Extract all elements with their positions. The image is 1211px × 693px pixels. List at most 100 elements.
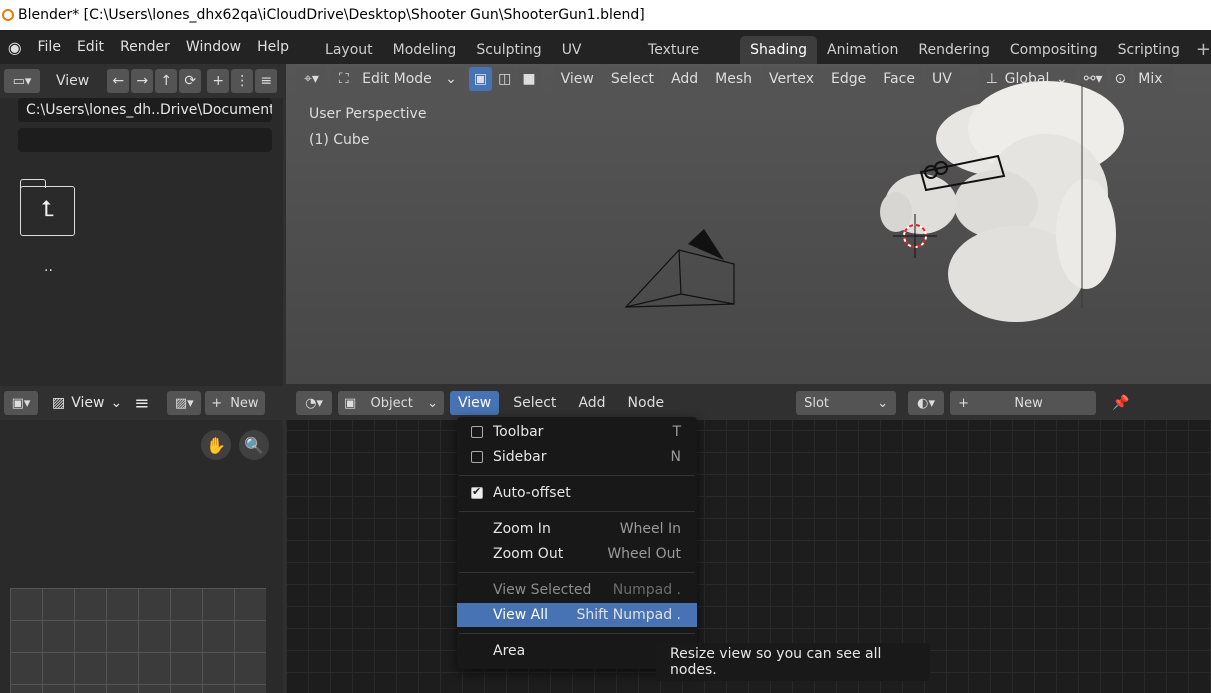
image-editor-panel: ▣▾ ▨ View ⌄ ≡ ▨▾ + New ✋ 🔍 (0, 386, 283, 693)
menu-separator (459, 475, 695, 476)
tab-sculpting[interactable]: Sculpting (466, 36, 551, 64)
parent-folder-label[interactable]: .. (44, 259, 53, 275)
menu-item-label: Zoom In (493, 521, 551, 537)
node-editor-header: ◔▾ ▣ Object ⌄ View Select Add Node Slot … (286, 386, 1211, 420)
new-material-button[interactable]: + New (950, 391, 1097, 415)
editor-type-node-icon[interactable]: ◔▾ (296, 391, 332, 415)
menu-item-label: Zoom Out (493, 546, 564, 562)
tab-shading[interactable]: Shading (740, 36, 817, 64)
shader-type-label: Object (370, 395, 413, 411)
shortcut-label: Wheel In (619, 521, 681, 537)
menu-item-zoom-out[interactable]: Zoom Out Wheel Out (457, 542, 697, 566)
node-menu-add[interactable]: Add (570, 391, 613, 415)
tab-compositing[interactable]: Compositing (1000, 36, 1108, 64)
menu-item-label: View Selected (493, 582, 592, 598)
menu-separator (459, 633, 695, 634)
menu-item-view-all[interactable]: View All Shift Numpad . (457, 603, 697, 627)
forward-arrow-icon[interactable]: → (131, 69, 154, 93)
image-mode-icon: ▨ (52, 395, 66, 411)
menu-item-label: Area (493, 643, 526, 659)
menu-separator (459, 511, 695, 512)
file-browser-panel: ▭▾ View ← → ↑ ⟳ + ⋮ ≡ C:\Users\lones_dh.… (0, 64, 283, 386)
shortcut-label: N (670, 449, 681, 465)
slot-label: Slot (804, 395, 830, 411)
display-mode-icon[interactable]: ⋮ (231, 69, 254, 93)
node-menu-node[interactable]: Node (620, 391, 673, 415)
menu-item-label: Auto-offset (493, 485, 571, 501)
new-folder-icon[interactable]: + (207, 69, 230, 93)
gun-mesh-object[interactable] (880, 81, 1124, 322)
image-checkerboard (10, 588, 266, 693)
new-image-label: New (230, 395, 259, 411)
hand-pan-icon[interactable]: ✋ (201, 430, 231, 460)
chevron-down-icon: ⌄ (427, 395, 438, 411)
editor-type-image-icon[interactable]: ▣▾ (4, 391, 38, 415)
node-menu-select[interactable]: Select (505, 391, 564, 415)
tooltip: Resize view so you can see all nodes. (656, 643, 930, 681)
slot-selector[interactable]: Slot ⌄ (796, 391, 897, 415)
top-menu-bar: ◉ File Edit Render Window Help Layout Mo… (0, 30, 1211, 86)
new-image-button[interactable]: + New (205, 391, 265, 415)
shortcut-label: Shift Numpad . (576, 607, 681, 623)
viewport-scene (624, 81, 1124, 322)
add-workspace-icon[interactable]: + (1196, 36, 1211, 64)
material-browse-icon[interactable]: ◐▾ (908, 391, 945, 415)
menu-separator (459, 572, 695, 573)
filename-field[interactable] (18, 128, 272, 152)
parent-dir-icon[interactable]: ↑ (155, 69, 178, 93)
menu-item-auto-offset[interactable]: Auto-offset (457, 481, 697, 505)
shader-type-selector[interactable]: ▣ Object ⌄ (338, 391, 444, 415)
back-arrow-icon[interactable]: ← (107, 69, 130, 93)
shortcut-label: T (672, 424, 681, 440)
workspace-tabs: Layout Modeling Sculpting UV Editing Tex… (315, 30, 1211, 86)
menu-item-toolbar[interactable]: Toolbar T (457, 420, 697, 444)
blender-logo-icon (2, 9, 14, 21)
editor-type-folder-icon[interactable]: ▭▾ (4, 69, 40, 93)
directory-path-field[interactable]: C:\Users\lones_dh..Drive\Documents\ (18, 98, 272, 122)
file-browser-view-menu[interactable]: View (56, 73, 89, 89)
menu-item-view-selected[interactable]: View Selected Numpad . (457, 578, 697, 602)
menu-window[interactable]: Window (178, 32, 249, 62)
tab-layout[interactable]: Layout (315, 36, 383, 64)
3d-viewport[interactable]: ⌖▾ ⛶ Edit Mode ⌄ ▣ ◫ ■ View Select Add M… (286, 64, 1211, 384)
image-browse-icon[interactable]: ▨▾ (167, 391, 202, 415)
plus-icon: + (958, 395, 969, 411)
menu-item-sidebar[interactable]: Sidebar N (457, 445, 697, 469)
image-editor-header: ▣▾ ▨ View ⌄ ≡ ▨▾ + New (0, 386, 283, 420)
menu-render[interactable]: Render (112, 32, 178, 62)
parent-folder-icon[interactable]: ⮤ (20, 179, 75, 236)
file-browser-header: ▭▾ View ← → ↑ ⟳ + ⋮ ≡ (0, 64, 283, 98)
blender-menu-icon[interactable]: ◉ (0, 38, 30, 57)
refresh-icon[interactable]: ⟳ (179, 69, 202, 93)
tab-texture-paint[interactable]: Texture Paint (638, 36, 740, 86)
window-title: Blender* [C:\Users\lones_dhx62qa\iCloudD… (18, 7, 645, 23)
tab-uv-editing[interactable]: UV Editing (552, 36, 638, 86)
menu-item-label: View All (493, 607, 549, 623)
camera-object[interactable] (624, 229, 735, 308)
menu-item-label: Toolbar (493, 424, 544, 440)
menu-item-label: Sidebar (493, 449, 547, 465)
node-menu-view[interactable]: View (450, 391, 500, 415)
menu-help[interactable]: Help (249, 32, 297, 62)
checkbox-toolbar[interactable] (471, 426, 483, 438)
tab-modeling[interactable]: Modeling (383, 36, 467, 64)
window-title-bar: Blender* [C:\Users\lones_dhx62qa\iCloudD… (0, 0, 1211, 30)
list-mode-icon[interactable]: ≡ (255, 69, 278, 93)
pin-icon[interactable]: 📌 (1112, 395, 1129, 411)
checkbox-auto-offset[interactable] (471, 485, 483, 499)
tab-rendering[interactable]: Rendering (908, 36, 1000, 64)
zoom-icon[interactable]: 🔍 (239, 430, 269, 460)
chevron-down-icon: ⌄ (877, 395, 889, 411)
hamburger-menu-icon[interactable]: ≡ (134, 393, 149, 414)
image-view-label: View (71, 395, 105, 411)
menu-edit[interactable]: Edit (69, 32, 112, 62)
checkbox-sidebar[interactable] (471, 451, 483, 463)
tab-scripting[interactable]: Scripting (1108, 36, 1190, 64)
image-view-menu[interactable]: ▨ View ⌄ (52, 395, 122, 411)
tab-animation[interactable]: Animation (817, 36, 908, 64)
menu-file[interactable]: File (30, 32, 69, 62)
shortcut-label: Wheel Out (607, 546, 681, 562)
object-icon: ▣ (344, 395, 357, 411)
menu-item-zoom-in[interactable]: Zoom In Wheel In (457, 517, 697, 541)
image-nav-tools: ✋ 🔍 (201, 430, 269, 460)
